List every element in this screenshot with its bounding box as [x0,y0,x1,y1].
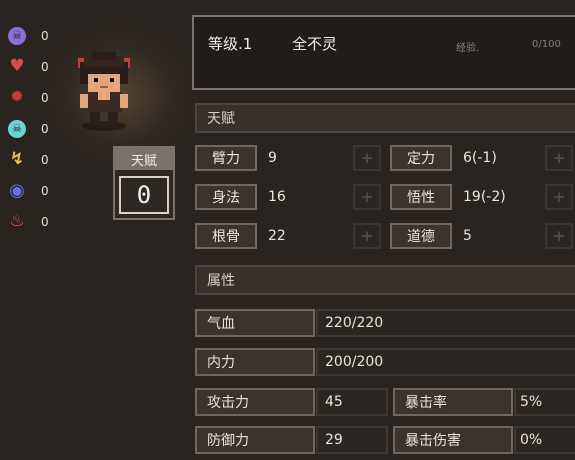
blue-orb-icon: ◉ [9,179,25,201]
agility-label: 身法 [195,184,257,210]
insight-label: 悟性 [390,184,452,210]
status-blue-orb[interactable]: ◉ 0 [8,175,58,206]
insight-plus-button[interactable]: + [545,184,573,210]
morality-plus-button[interactable]: + [545,223,573,249]
status-red-flame[interactable]: ♨ 0 [8,206,58,237]
character-name: 全不灵 [292,35,338,53]
strength-value: 9 [268,150,277,166]
mp-label: 内力 [195,348,315,376]
talent-points-label: 天赋 [115,148,173,170]
crit-rate-label: 暴击率 [393,388,513,416]
constitution-label: 根骨 [195,223,257,249]
talent-points-box: 天赋 0 [113,146,175,220]
character-level: 等级.1 [208,35,253,53]
exp-value: 0/100 [532,39,561,50]
status-value: 0 [41,121,49,136]
morality-value: 5 [463,228,472,244]
exp-label: 经验. [456,43,480,54]
status-value: 0 [41,59,49,74]
hp-label: 气血 [195,309,315,337]
status-purple-skull[interactable]: ☠ 0 [8,20,58,51]
strength-plus-button[interactable]: + [353,145,381,171]
focus-label: 定力 [390,145,452,171]
status-value: 0 [41,152,49,167]
cyan-skull-icon: ☠ [8,119,26,138]
yellow-lightning-icon: ↯ [9,149,25,169]
status-effects-list: ☠ 0 ♥ 0 ✹ 0 ☠ 0 ↯ 0 ◉ 0 ♨ 0 [8,20,58,237]
attack-label: 攻击力 [195,388,315,416]
agility-plus-button[interactable]: + [353,184,381,210]
broken-heart-icon: ♥ [9,56,25,76]
focus-value: 6(-1) [463,150,497,166]
status-value: 0 [41,214,49,229]
status-value: 0 [41,183,49,198]
status-broken-heart[interactable]: ♥ 0 [8,51,58,82]
crit-damage-value: 0% [520,432,543,448]
strength-label: 臂力 [195,145,257,171]
mp-value: 200/200 [325,354,384,370]
status-value: 0 [41,28,49,43]
defense-value: 29 [325,432,343,448]
constitution-plus-button[interactable]: + [353,223,381,249]
plus-icon: + [360,226,374,245]
plus-icon: + [552,226,566,245]
plus-icon: + [360,187,374,206]
morality-label: 道德 [390,223,452,249]
crit-damage-label: 暴击伤害 [393,426,513,454]
attributes-section-header: 属性 [195,265,575,295]
plus-icon: + [552,187,566,206]
plus-icon: + [552,148,566,167]
constitution-value: 22 [268,228,286,244]
defense-label: 防御力 [195,426,315,454]
status-cyan-skull[interactable]: ☠ 0 [8,113,58,144]
agility-value: 16 [268,189,286,205]
attack-value: 45 [325,394,343,410]
status-red-virus[interactable]: ✹ 0 [8,82,58,113]
hp-value: 220/220 [325,315,384,331]
status-yellow-lightning[interactable]: ↯ 0 [8,144,58,175]
character-portrait [78,52,130,131]
character-header: 等级.1 全不灵 经验. 0/100 [192,15,575,90]
focus-plus-button[interactable]: + [545,145,573,171]
purple-skull-icon: ☠ [8,26,26,45]
insight-value: 19(-2) [463,189,506,205]
plus-icon: + [360,148,374,167]
red-flame-icon: ♨ [9,211,25,231]
status-value: 0 [41,90,49,105]
talent-section-header: 天赋 [195,103,575,133]
talent-points-value: 0 [119,176,169,214]
red-virus-icon: ✹ [9,87,25,107]
crit-rate-value: 5% [520,394,543,410]
